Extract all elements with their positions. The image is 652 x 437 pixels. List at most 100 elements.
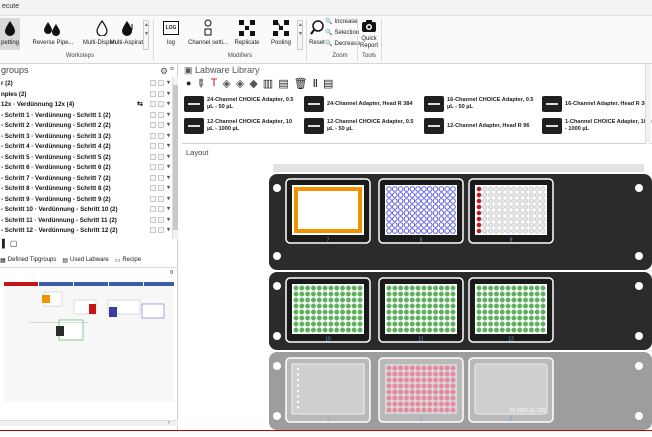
group-checkbox[interactable]	[158, 174, 164, 181]
group-row[interactable]: - Schritt 11 · Verdünnung - Schritt 11 (…	[0, 215, 172, 226]
deck-layout[interactable]: 7 8 910 11 121 201-7357-11-1203	[261, 162, 652, 430]
group-row[interactable]: - Schritt 6 · Verdünnung - Schritt 6 (2)…	[0, 162, 172, 173]
chevron-down-icon[interactable]: ▾	[167, 226, 170, 233]
zoom-selection-button[interactable]: 🔍 Selection	[325, 29, 359, 37]
library-item[interactable]: 1-Channel CHOICE Adapter, 10 µL - 1000 µ…	[542, 115, 652, 137]
tube-icon[interactable]: Ⅱ	[313, 77, 318, 90]
channel-settings-button[interactable]: Channel setti...	[188, 18, 228, 50]
group-checkbox[interactable]	[158, 185, 164, 191]
microplate[interactable]	[385, 364, 457, 414]
worksteps-scroll[interactable]: ▲ ▼	[143, 20, 149, 50]
chevron-down-icon[interactable]: ▾	[167, 163, 170, 170]
group-checkbox[interactable]	[158, 101, 164, 107]
group-checkbox[interactable]	[150, 132, 156, 139]
group-checkbox[interactable]	[158, 195, 164, 202]
chevron-down-icon[interactable]: ▾	[167, 184, 170, 191]
groups-scrollbar[interactable]	[172, 77, 178, 239]
group-row[interactable]: - Schritt 8 · Verdünnung - Schritt 8 (2)…	[0, 183, 172, 194]
library-item[interactable]: 24-Channel Adapter, Head R 384	[304, 93, 419, 115]
red-tip-icon[interactable]: T	[211, 77, 218, 89]
microplate[interactable]	[292, 284, 364, 334]
chevron-down-icon[interactable]: ▾	[167, 79, 170, 86]
chevron-down-icon[interactable]: ▾	[167, 100, 170, 107]
tube-rack-icon[interactable]: ▥	[263, 77, 273, 90]
pipetting-button[interactable]: petting	[0, 18, 20, 50]
chevron-down-icon[interactable]: ▾	[167, 121, 170, 128]
group-checkbox[interactable]	[158, 216, 164, 223]
group-checkbox[interactable]	[158, 122, 164, 128]
library-item[interactable]: 24-Channel CHOICE Adapter, 0.5 µL - 50 µ…	[184, 93, 299, 115]
group-row[interactable]: nples (2) ▾	[0, 89, 172, 100]
group-checkbox[interactable]	[150, 206, 156, 212]
group-row[interactable]: 12x · Verdünnung 12x (4) ▾ ⇆	[0, 99, 172, 110]
microplate[interactable]	[475, 284, 547, 334]
scroll-thumb[interactable]	[173, 85, 178, 230]
reset-zoom-button[interactable]: Reset	[308, 18, 326, 50]
pin-icon[interactable]: ¤	[170, 66, 174, 73]
group-checkbox[interactable]	[150, 90, 156, 97]
trough[interactable]	[292, 185, 364, 235]
plate-384-icon[interactable]: ◈	[236, 77, 244, 90]
group-checkbox[interactable]	[158, 227, 164, 233]
overview-hscroll[interactable]: ›	[0, 420, 178, 426]
group-checkbox[interactable]	[150, 111, 156, 118]
chevron-down-icon[interactable]: ▾	[167, 174, 170, 181]
pin-icon[interactable]: ¤	[170, 270, 173, 276]
log-button[interactable]: LOG log	[160, 18, 182, 50]
adapter-icon[interactable]: ▤	[323, 77, 333, 90]
chevron-down-icon[interactable]: ▾	[167, 90, 170, 97]
microplate[interactable]	[385, 284, 457, 334]
group-checkbox[interactable]	[150, 216, 156, 223]
library-item[interactable]: 12-Channel CHOICE Adapter, 0.5 µL - 50 µ…	[304, 115, 419, 137]
quick-report-button[interactable]: Quick Report	[359, 18, 379, 50]
group-row[interactable]: - Schritt 2 · Verdünnung - Schritt 2 (2)…	[0, 120, 172, 131]
chevron-down-icon[interactable]: ▾	[167, 195, 170, 202]
group-checkbox[interactable]	[150, 101, 156, 107]
multi-aspirate-button[interactable]: Multi-Aspirate	[108, 18, 148, 50]
library-item[interactable]: 16-Channel Adapter, Head R 384	[542, 93, 652, 115]
group-row[interactable]: - Schritt 9 · Verdünnung - Schritt 9 (2)…	[0, 194, 172, 205]
library-item[interactable]: 12-Channel Adapter, Head R 96	[424, 115, 539, 137]
group-checkbox[interactable]	[150, 153, 156, 160]
group-row[interactable]: r (2) ▾	[0, 78, 172, 89]
group-checkbox[interactable]	[158, 153, 164, 160]
group-checkbox[interactable]	[150, 227, 156, 233]
library-item[interactable]: 12-Channel CHOICE Adapter, 10 µL - 1000 …	[184, 115, 299, 137]
group-row[interactable]: - Schritt 5 · Verdünnung - Schritt 5 (2)…	[0, 152, 172, 163]
tab-used-labware[interactable]: ▤ Used Labware	[62, 254, 108, 266]
pooling-button[interactable]: Pooling	[266, 18, 296, 50]
microplate[interactable]	[475, 185, 547, 235]
group-checkbox[interactable]	[158, 206, 164, 212]
workflow-overview[interactable]	[4, 282, 174, 402]
reverse-pipetting-button[interactable]: Reverse Pipe...	[32, 18, 74, 50]
group-checkbox[interactable]	[158, 132, 164, 139]
replicate-button[interactable]: Replicate	[232, 18, 262, 50]
collapse-icon[interactable]: ▌ ▢	[2, 239, 17, 248]
tab-defined-tipgroups[interactable]: ▦ Defined Tipgroups	[0, 254, 56, 266]
group-checkbox[interactable]	[150, 174, 156, 181]
library-item[interactable]: 16-Channel CHOICE Adapter, 0.5 µL - 50 µ…	[424, 93, 539, 115]
plate-flat-icon[interactable]: ◆	[249, 77, 257, 90]
library-scrollbar[interactable]	[645, 64, 651, 144]
gear-icon[interactable]: ⚙	[160, 66, 168, 77]
chevron-down-icon[interactable]: ▾	[167, 142, 170, 149]
chevron-down-icon[interactable]: ▾	[167, 216, 170, 223]
group-checkbox[interactable]	[150, 185, 156, 191]
tab-recipe[interactable]: ▭ Recipe	[115, 254, 141, 266]
trough-icon[interactable]: ▤	[278, 77, 288, 90]
group-row[interactable]: - Schritt 12 · Verdünnung - Schritt 12 (…	[0, 225, 172, 236]
group-row[interactable]: - Schritt 4 · Verdünnung - Schritt 4 (2)…	[0, 141, 172, 152]
modifiers-scroll[interactable]: ▲ ▼	[297, 20, 303, 50]
group-row[interactable]: - Schritt 3 · Verdünnung - Schritt 3 (2)…	[0, 131, 172, 142]
group-checkbox[interactable]	[158, 80, 164, 86]
group-checkbox[interactable]	[150, 164, 156, 170]
group-checkbox[interactable]	[150, 122, 156, 128]
zoom-increase-button[interactable]: 🔍 Increase	[325, 18, 358, 26]
swap-icon[interactable]: ⇆	[137, 100, 143, 108]
group-row[interactable]: - Schritt 10 · Verdünnung - Schritt 10 (…	[0, 204, 172, 215]
group-checkbox[interactable]	[158, 111, 164, 118]
group-checkbox[interactable]	[150, 143, 156, 149]
group-row[interactable]: - Schritt 1 · Verdünnung - Schritt 1 (2)…	[0, 110, 172, 121]
chevron-down-icon[interactable]: ▾	[167, 111, 170, 118]
waste-icon[interactable]: 🗑	[294, 77, 308, 90]
